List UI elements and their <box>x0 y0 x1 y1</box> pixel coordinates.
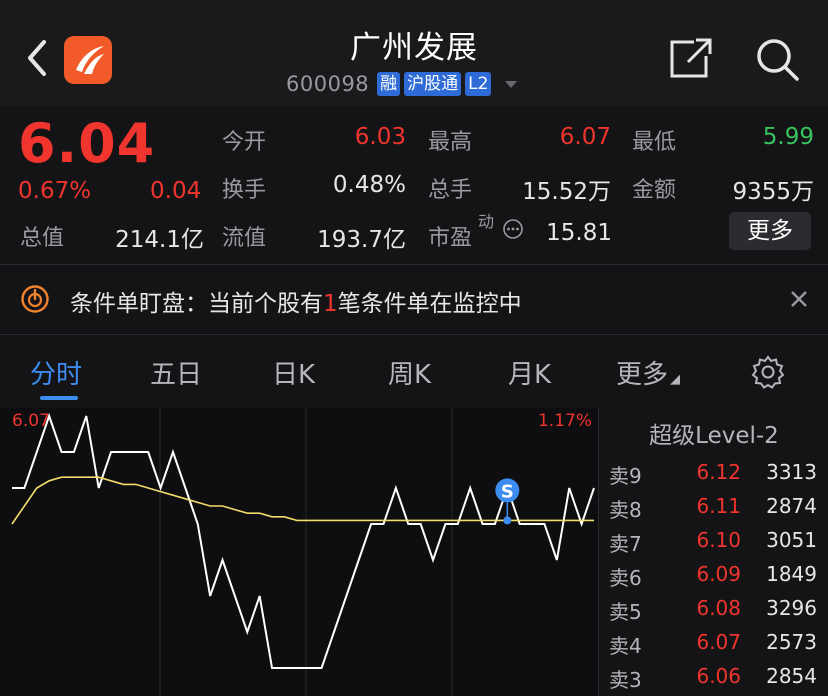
pe-label: 市盈 <box>428 226 473 251</box>
ask-row: 卖4 6.07 2573 <box>599 626 828 660</box>
tab-monthly-k[interactable]: 月K <box>508 354 551 391</box>
alert-count: 1 <box>323 291 338 317</box>
stock-subline: 600098 融 沪股通 L2 <box>286 70 518 98</box>
tab-more[interactable]: 更多 ◢ <box>616 354 680 391</box>
ask-volume: 2874 <box>766 494 817 518</box>
ask-price: 6.07 <box>696 630 741 654</box>
alert-text: 条件单盯盘：当前个股有1笔条件单在监控中 <box>70 284 522 318</box>
ask-row: 卖5 6.08 3296 <box>599 592 828 626</box>
more-options-icon[interactable] <box>502 218 524 240</box>
share-icon[interactable] <box>668 38 714 80</box>
ask-label: 卖4 <box>609 634 642 658</box>
ask-price: 6.11 <box>696 494 741 518</box>
margin-tag: 融 <box>377 72 401 96</box>
connect-tag: 沪股通 <box>404 72 462 96</box>
low-label: 最低 <box>632 130 677 155</box>
turnover-label: 换手 <box>222 178 267 203</box>
amount-value: 9355万 <box>732 179 814 205</box>
ask-row: 卖8 6.11 2874 <box>599 490 828 524</box>
chart-pct-label: 1.17% <box>537 411 592 431</box>
tab-daily-k[interactable]: 日K <box>272 354 315 391</box>
ask-volume: 3051 <box>766 528 817 552</box>
ask-price: 6.06 <box>696 664 741 688</box>
turnover-value: 0.48% <box>332 172 406 198</box>
market-cap-label: 总值 <box>20 226 65 251</box>
more-button[interactable]: 更多 <box>729 212 811 250</box>
ask-volume: 2854 <box>766 664 817 688</box>
pe-value: 15.81 <box>546 220 612 246</box>
condition-order-alert[interactable]: 条件单盯盘：当前个股有1笔条件单在监控中 <box>0 270 828 330</box>
triangle-down-icon: ◢ <box>670 372 681 387</box>
chart-high-label: 6.07 <box>12 411 50 431</box>
ask-label: 卖5 <box>609 600 642 624</box>
tab-more-label: 更多 <box>616 360 669 390</box>
gear-icon[interactable] <box>750 354 786 390</box>
ask-row: 卖3 6.06 2854 <box>599 660 828 694</box>
market-cap-value: 214.1亿 <box>115 227 204 253</box>
intraday-chart[interactable]: S 6.07 1.17% <box>0 408 598 696</box>
ask-volume: 1849 <box>766 562 817 586</box>
price-line <box>12 412 595 669</box>
nav-header: 广州发展 600098 融 沪股通 L2 <box>0 0 828 106</box>
level2-tag: L2 <box>465 72 492 96</box>
tab-weekly-k[interactable]: 周K <box>388 354 431 391</box>
order-book: 超级Level-2 卖9 6.12 3313 卖8 6.11 2874 卖7 6… <box>598 408 828 696</box>
high-value: 6.07 <box>559 124 611 150</box>
alert-text-prefix: 条件单盯盘：当前个股有 <box>70 291 323 317</box>
low-value: 5.99 <box>762 124 814 150</box>
ask-price: 6.10 <box>696 528 741 552</box>
ask-price: 6.08 <box>696 596 741 620</box>
monitor-icon <box>20 284 50 314</box>
open-value: 6.03 <box>354 124 406 150</box>
open-label: 今开 <box>222 130 267 155</box>
float-cap-label: 流值 <box>222 226 267 251</box>
chart-tabs: 分时 五日 日K 周K 月K 更多 ◢ <box>0 340 828 404</box>
active-tab-indicator <box>40 396 78 400</box>
divider <box>0 264 828 265</box>
change-percent: 0.67% <box>18 178 92 204</box>
ask-row: 卖7 6.10 3051 <box>599 524 828 558</box>
tab-intraday[interactable]: 分时 <box>30 354 82 391</box>
quote-panel: 6.04 0.67% 0.04 今开 6.03 最高 6.07 最低 5.99 … <box>0 106 828 264</box>
signal-marker-label: S <box>501 481 514 502</box>
ask-label: 卖9 <box>609 464 642 488</box>
change-value: 0.04 <box>150 178 202 204</box>
ask-price: 6.12 <box>696 460 741 484</box>
volume-value: 15.52万 <box>522 179 611 205</box>
ask-volume: 2573 <box>766 630 817 654</box>
current-price: 6.04 <box>18 112 156 175</box>
intraday-chart-svg: S <box>11 408 595 696</box>
float-cap-value: 193.7亿 <box>317 227 406 253</box>
signal-marker-dot <box>503 516 512 525</box>
search-icon[interactable] <box>754 36 800 82</box>
ask-row: 卖9 6.12 3313 <box>599 456 828 490</box>
ask-label: 卖3 <box>609 668 642 692</box>
order-book-title[interactable]: 超级Level-2 <box>599 416 828 450</box>
ask-label: 卖6 <box>609 566 642 590</box>
high-label: 最高 <box>428 130 473 155</box>
pe-dynamic-label: 动 <box>478 212 495 231</box>
ask-volume: 3296 <box>766 596 817 620</box>
close-icon[interactable] <box>788 288 810 310</box>
ask-label: 卖8 <box>609 498 642 522</box>
chevron-down-icon[interactable] <box>505 80 518 88</box>
ask-label: 卖7 <box>609 532 642 556</box>
ask-price: 6.09 <box>696 562 741 586</box>
ask-row: 卖6 6.09 1849 <box>599 558 828 592</box>
amount-label: 金额 <box>632 178 677 203</box>
ask-volume: 3313 <box>766 460 817 484</box>
volume-label: 总手 <box>428 178 473 203</box>
stock-code: 600098 <box>286 72 370 96</box>
tab-five-day[interactable]: 五日 <box>150 354 202 391</box>
divider <box>0 334 828 335</box>
alert-text-suffix: 笔条件单在监控中 <box>337 291 522 317</box>
